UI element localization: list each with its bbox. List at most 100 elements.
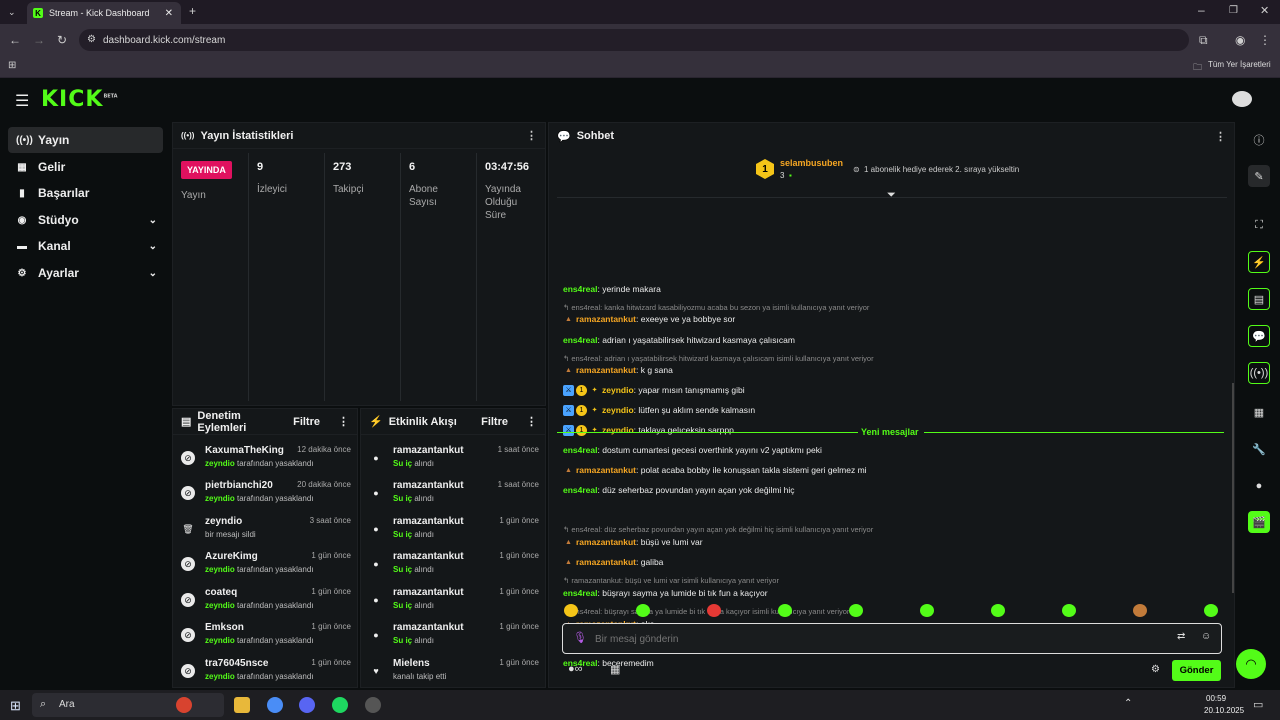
close-window-icon[interactable]: ✕ xyxy=(1260,4,1269,18)
extensions-icon[interactable]: ⧉ xyxy=(1199,33,1208,47)
filter-button[interactable]: Filtre xyxy=(293,416,320,428)
mic-icon[interactable]: 🎙 xyxy=(573,631,587,644)
chat-settings-icon[interactable]: ⚙ xyxy=(1151,664,1160,675)
tab-menu-icon[interactable]: ⌄ xyxy=(8,5,16,19)
chat-input[interactable] xyxy=(595,630,1135,648)
obs-icon[interactable] xyxy=(365,697,381,713)
forward-icon[interactable]: → xyxy=(33,33,45,47)
row-name[interactable]: ramazantankut xyxy=(393,516,464,527)
chat-username[interactable]: ramazantankut xyxy=(576,537,636,547)
row-actor[interactable]: zeyndio xyxy=(205,494,235,503)
emote-icon[interactable] xyxy=(1062,604,1076,617)
support-chat-icon[interactable]: ◠ xyxy=(1236,649,1266,679)
row-actor[interactable]: zeyndio xyxy=(205,672,235,681)
panel-menu-icon[interactable]: ⋮ xyxy=(338,415,349,428)
row-name[interactable]: AzureKimg xyxy=(205,551,258,562)
windows-start-icon[interactable]: ⊞ xyxy=(10,698,21,714)
chat-username[interactable]: ens4real xyxy=(563,588,598,598)
browser-tab[interactable]: K Stream - Kick Dashboard ✕ xyxy=(27,2,181,24)
translate-icon[interactable]: ⇄ xyxy=(1177,631,1185,642)
taskbar-search[interactable]: ⌕ Ara xyxy=(32,693,224,717)
emote-icon[interactable] xyxy=(1133,604,1147,617)
filter-button[interactable]: Filtre xyxy=(481,416,508,428)
chat-bubble-icon[interactable]: 💬 xyxy=(1248,325,1270,347)
row-name[interactable]: pietrbianchi20 xyxy=(205,480,273,491)
row-actor[interactable]: zeyndio xyxy=(205,636,235,645)
kick-logo[interactable]: KICKBETA xyxy=(41,87,118,112)
emote-icon[interactable] xyxy=(778,604,792,617)
reload-icon[interactable]: ↻ xyxy=(57,33,67,47)
emote-icon[interactable] xyxy=(849,604,863,617)
row-name[interactable]: KaxumaTheKing xyxy=(205,445,284,456)
url-bar[interactable]: ⚙ dashboard.kick.com/stream xyxy=(79,29,1189,51)
emote-icon[interactable] xyxy=(920,604,934,617)
row-name[interactable]: ramazantankut xyxy=(393,551,464,562)
emote-icon[interactable] xyxy=(991,604,1005,617)
row-name[interactable]: ramazantankut xyxy=(393,587,464,598)
row-actor[interactable]: zeyndio xyxy=(205,565,235,574)
wrench-icon[interactable]: 🔧 xyxy=(1248,438,1270,460)
info-icon[interactable]: ⓘ xyxy=(1248,129,1270,151)
chat-username[interactable]: ramazantankut xyxy=(576,557,636,567)
clapperboard-icon[interactable]: 🎬 xyxy=(1248,511,1270,533)
row-name[interactable]: zeyndio xyxy=(205,516,242,527)
site-info-icon[interactable]: ⚙ xyxy=(87,33,96,47)
broadcast-icon[interactable]: ((•)) xyxy=(1248,362,1270,384)
chevron-down-icon[interactable]: ⌄ xyxy=(149,268,157,279)
chat-username[interactable]: ramazantankut xyxy=(576,465,636,475)
row-name[interactable]: coateq xyxy=(205,587,237,598)
panel-menu-icon[interactable]: ⋮ xyxy=(526,129,537,142)
profile-icon[interactable]: ◉ xyxy=(1235,33,1245,47)
send-button[interactable]: Gönder xyxy=(1172,660,1221,681)
store-icon[interactable]: ▦ xyxy=(610,663,620,676)
chat-username[interactable]: zeyndio xyxy=(602,405,634,415)
row-actor[interactable]: zeyndio xyxy=(205,459,235,468)
document-icon[interactable]: ▤ xyxy=(1248,288,1270,310)
fruit-app-icon[interactable] xyxy=(176,697,192,713)
sidebar-item-gelir[interactable]: ▦ Gelir xyxy=(8,154,163,180)
notifications-icon[interactable]: ▭ xyxy=(1253,698,1263,711)
new-tab-icon[interactable]: + xyxy=(189,4,196,18)
collapse-icon[interactable]: ⏷ xyxy=(887,189,896,202)
user-avatar[interactable] xyxy=(1232,91,1252,107)
pinned-user[interactable]: selambusuben xyxy=(780,158,843,168)
chat-username[interactable]: zeyndio xyxy=(602,425,634,435)
hamburger-menu-icon[interactable]: ☰ xyxy=(15,91,29,111)
sidebar-item-kanal[interactable]: ▬ Kanal ⌄ xyxy=(8,233,163,259)
emoji-icon[interactable]: ☺ xyxy=(1201,631,1211,642)
emote-icon[interactable] xyxy=(564,604,578,617)
apps-icon[interactable]: ⊞ xyxy=(8,59,16,73)
tray-chevron-icon[interactable]: ⌃ xyxy=(1124,698,1132,709)
chat-username[interactable]: ramazantankut xyxy=(576,314,636,324)
row-actor[interactable]: zeyndio xyxy=(205,601,235,610)
chat-input-box[interactable]: 🎙 ⇄ ☺ xyxy=(562,623,1222,654)
row-name[interactable]: Emkson xyxy=(205,622,244,633)
lightning-icon[interactable]: ⚡ xyxy=(1248,251,1270,273)
chat-scrollbar[interactable] xyxy=(1232,383,1234,593)
edit-icon[interactable]: ✎ xyxy=(1248,165,1270,187)
browser-menu-icon[interactable]: ⋮ xyxy=(1259,33,1271,47)
stack-icon[interactable]: ▦ xyxy=(1248,401,1270,423)
minimize-icon[interactable]: – xyxy=(1198,3,1205,17)
sidebar-item-ayarlar[interactable]: ⚙ Ayarlar ⌄ xyxy=(8,260,163,286)
chat-username[interactable]: ens4real xyxy=(563,485,598,495)
panel-menu-icon[interactable]: ⋮ xyxy=(526,415,537,428)
chat-username[interactable]: ens4real xyxy=(563,335,598,345)
back-icon[interactable]: ← xyxy=(9,33,21,47)
chevron-down-icon[interactable]: ⌄ xyxy=(149,241,157,252)
maximize-icon[interactable]: ❐ xyxy=(1229,4,1238,18)
spotify-icon[interactable] xyxy=(332,697,348,713)
sidebar-item-yayin[interactable]: ((•)) Yayın xyxy=(8,127,163,153)
chevron-down-icon[interactable]: ⌄ xyxy=(149,215,157,226)
clock-time[interactable]: 00:59 xyxy=(1206,694,1226,703)
drops-icon[interactable]: ● xyxy=(1248,475,1270,497)
row-name[interactable]: ramazantankut xyxy=(393,445,464,456)
chat-username[interactable]: ens4real xyxy=(563,284,598,294)
sidebar-item-basarilar[interactable]: ▮ Başarılar xyxy=(8,180,163,206)
drops-icon[interactable]: ●∞ xyxy=(568,663,583,675)
chat-username[interactable]: ramazantankut xyxy=(576,365,636,375)
row-name[interactable]: Mielens xyxy=(393,658,430,669)
chat-username[interactable]: zeyndio xyxy=(602,385,634,395)
row-name[interactable]: ramazantankut xyxy=(393,480,464,491)
emote-icon[interactable] xyxy=(707,604,721,617)
